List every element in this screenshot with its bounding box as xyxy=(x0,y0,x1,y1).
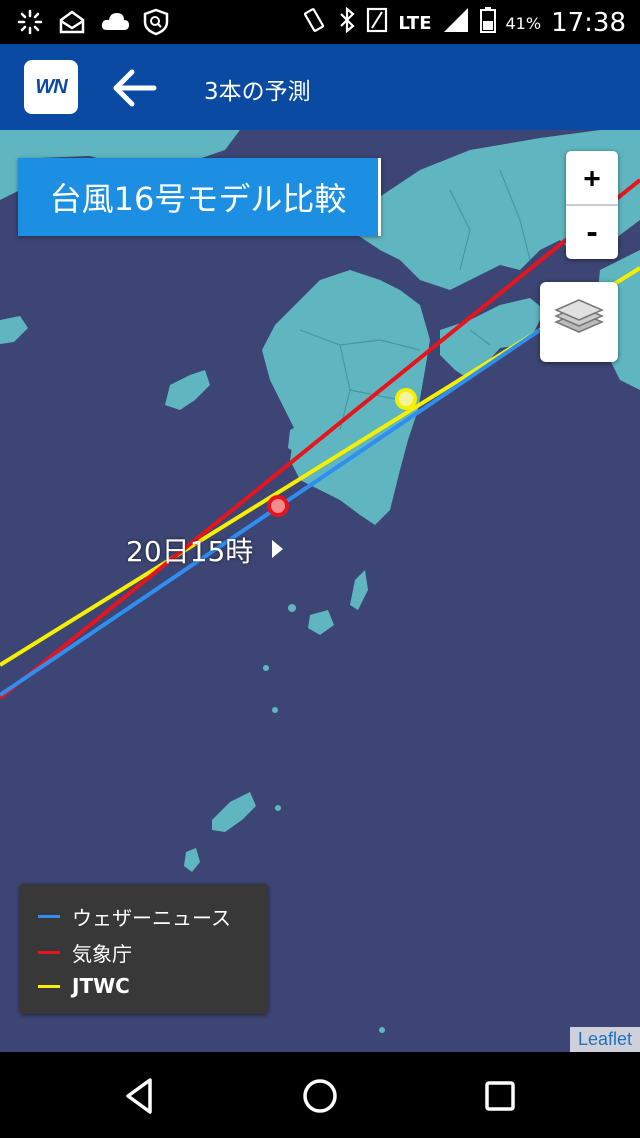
zoom-control: + - xyxy=(566,151,618,259)
zoom-in-button[interactable]: + xyxy=(566,151,618,204)
shield-icon xyxy=(142,8,170,36)
marker-jtwc-position[interactable] xyxy=(395,388,417,410)
status-left-icons xyxy=(16,8,170,36)
legend-swatch xyxy=(38,915,60,918)
legend-swatch xyxy=(38,984,60,988)
legend-item-weathernews: ウェザーニュース xyxy=(38,902,231,931)
map-title: 台風16号モデル比較 xyxy=(18,158,381,236)
land-goto xyxy=(165,370,210,410)
cloud-icon xyxy=(100,8,129,36)
page-title: 3本の予測 xyxy=(204,79,311,105)
layers-icon xyxy=(554,299,604,333)
legend-label: ウェザーニュース xyxy=(72,906,231,930)
signal-icon xyxy=(442,6,470,40)
marker-jma-position[interactable] xyxy=(267,495,289,517)
land-islet-2 xyxy=(263,665,269,671)
map-view[interactable]: 台風16号モデル比較 + - 20日15時 ウェザーニュース 気象庁 JTWC … xyxy=(0,130,640,1052)
time-label-arrow-icon xyxy=(272,540,283,558)
sim-icon xyxy=(366,6,388,40)
land-island-left xyxy=(0,316,28,344)
bluetooth-icon xyxy=(338,6,356,40)
land-islet-5 xyxy=(379,1027,385,1033)
loading-icon xyxy=(16,8,44,36)
arrow-left-icon xyxy=(113,69,157,107)
land-amami xyxy=(212,792,256,832)
app-logo[interactable]: WN xyxy=(24,60,78,114)
battery-icon xyxy=(479,6,496,40)
land-tokunoshima xyxy=(184,848,200,872)
battery-percent: 41% xyxy=(505,13,542,33)
app-bar: WN 3本の予測 xyxy=(0,44,640,130)
land-islet-3 xyxy=(272,707,278,713)
legend: ウェザーニュース 気象庁 JTWC xyxy=(20,884,268,1014)
land-yakushima xyxy=(308,610,334,635)
legend-swatch xyxy=(38,951,60,954)
land-islet-4 xyxy=(275,805,281,811)
legend-item-jtwc: JTWC xyxy=(38,974,130,998)
vibrate-icon xyxy=(300,6,328,40)
status-bar: LTE 41% 17:38 xyxy=(0,0,640,44)
legend-label: JTWC xyxy=(72,974,130,998)
zoom-out-button[interactable]: - xyxy=(566,206,618,259)
land-tanegashima xyxy=(350,570,368,610)
home-circle-icon[interactable] xyxy=(298,1074,342,1118)
leaflet-attribution[interactable]: Leaflet xyxy=(569,1027,640,1052)
forecast-time-label: 20日15時 xyxy=(126,535,254,568)
nav-bar xyxy=(0,1052,640,1138)
land-islet-1 xyxy=(288,604,296,612)
status-right-icons: LTE 41% 17:38 xyxy=(300,6,626,40)
legend-item-jma: 気象庁 xyxy=(38,938,132,967)
legend-label: 気象庁 xyxy=(72,942,132,966)
clock: 17:38 xyxy=(551,8,626,38)
back-triangle-icon[interactable] xyxy=(118,1074,162,1118)
recents-square-icon[interactable] xyxy=(478,1074,522,1118)
network-type: LTE xyxy=(398,12,432,34)
back-button[interactable] xyxy=(110,64,158,112)
layers-button[interactable] xyxy=(540,282,618,362)
mail-icon xyxy=(58,8,86,36)
